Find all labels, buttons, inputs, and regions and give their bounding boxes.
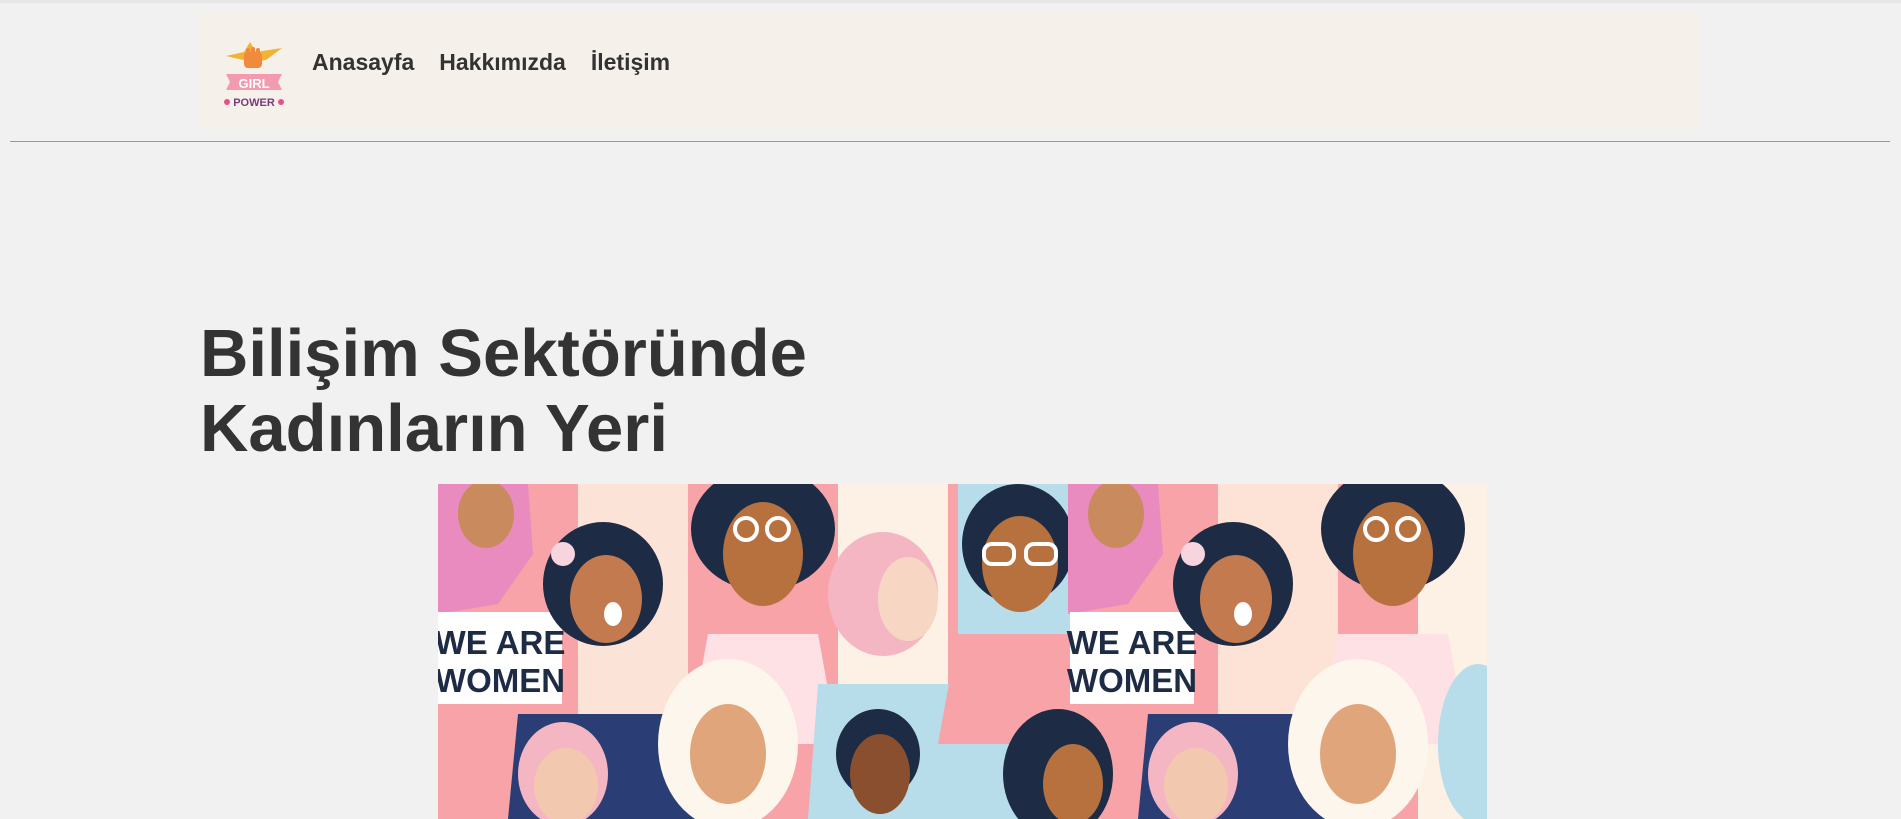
nav-link-anasayfa[interactable]: Anasayfa (312, 36, 414, 88)
page-title: Bilişim Sektöründe Kadınların Yeri (200, 316, 900, 466)
main-navigation: Anasayfa Hakkımızda İletişim (312, 36, 670, 88)
girl-power-logo-icon: GIRL POWER (224, 42, 284, 109)
sign-left-line2: WOMEN (438, 662, 565, 699)
women-crowd-illustration: WE ARE WOMEN WE ARE WOMEN (438, 484, 1487, 819)
page-title-line2: Kadınların Yeri (200, 391, 668, 466)
navbar: GIRL POWER Anasayfa Hakkımızda İletişim (200, 12, 1700, 130)
sign-right-line2: WOMEN (1067, 662, 1197, 699)
logo-text-girl: GIRL (238, 76, 269, 91)
sign-right-line1: WE ARE (1067, 624, 1198, 661)
nav-link-iletisim[interactable]: İletişim (591, 36, 670, 88)
we-are-women-sign-right: WE ARE WOMEN (1067, 612, 1198, 704)
women-illustration-image: WE ARE WOMEN WE ARE WOMEN (438, 484, 1487, 819)
nav-link-hakkimizda[interactable]: Hakkımızda (439, 36, 566, 88)
sign-left-line1: WE ARE (438, 624, 565, 661)
header-divider (10, 141, 1890, 142)
page-title-line1: Bilişim Sektöründe (200, 316, 807, 391)
we-are-women-sign-left: WE ARE WOMEN (438, 612, 565, 704)
logo-text-power: POWER (233, 97, 275, 109)
browser-top-edge (0, 0, 1901, 3)
girl-power-logo[interactable]: GIRL POWER (222, 38, 286, 112)
